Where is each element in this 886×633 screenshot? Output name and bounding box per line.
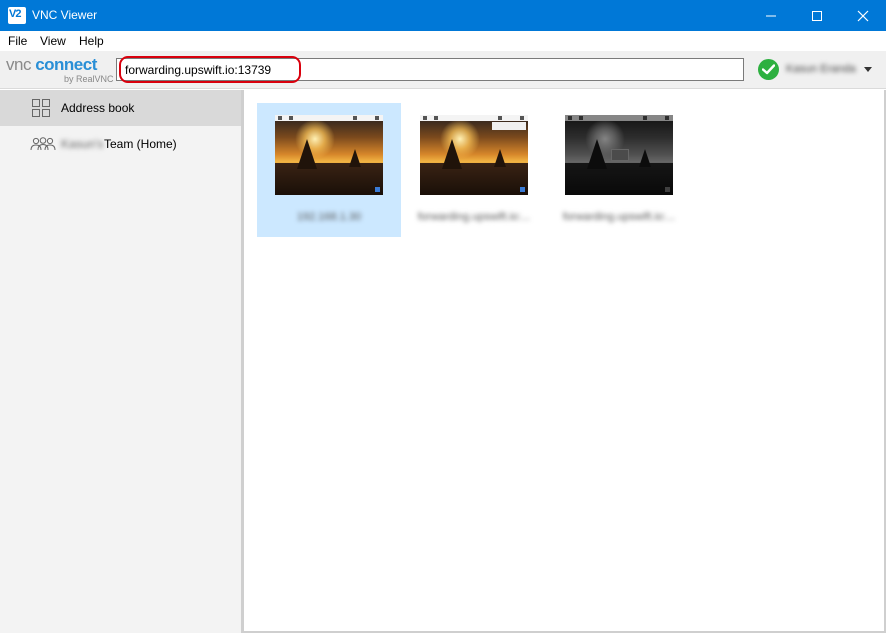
menu-view[interactable]: View bbox=[40, 34, 66, 48]
desktop-thumbnail bbox=[275, 115, 383, 195]
sidebar-item-label: Address book bbox=[61, 101, 135, 115]
vnc-app-icon: V2 bbox=[8, 7, 26, 24]
account-name: Kasun Eranda bbox=[786, 63, 856, 75]
desktop-thumbnail bbox=[565, 115, 673, 195]
logo-vnc-text: vnc bbox=[6, 55, 31, 74]
logo-connect-text: connect bbox=[35, 55, 97, 74]
connection-label: forwarding.upswift.io:... bbox=[562, 211, 676, 223]
check-icon bbox=[758, 59, 779, 80]
connection-label: 192.168.1.30 bbox=[296, 211, 362, 223]
close-button[interactable] bbox=[840, 0, 886, 31]
menu-file[interactable]: File bbox=[8, 34, 27, 48]
connection-label: forwarding.upswift.io:... bbox=[417, 211, 531, 223]
title-bar: V2 VNC Viewer bbox=[0, 0, 886, 31]
menu-bar: File View Help bbox=[0, 31, 886, 51]
connection-tile[interactable]: 192.168.1.30 bbox=[257, 103, 401, 237]
sidebar-item-label: Team (Home) bbox=[104, 137, 177, 151]
connection-tile[interactable]: forwarding.upswift.io:... bbox=[547, 103, 691, 237]
logo-subtitle: by RealVNC bbox=[64, 74, 114, 84]
toolbar: vnc connect by RealVNC Kasun Eranda bbox=[0, 51, 886, 89]
sidebar-item-address-book[interactable]: Address book bbox=[0, 90, 241, 126]
grid-icon bbox=[32, 99, 50, 117]
desktop-thumbnail bbox=[420, 115, 528, 195]
vnc-connect-logo: vnc connect by RealVNC bbox=[6, 55, 116, 85]
minimize-button[interactable] bbox=[748, 0, 794, 31]
window-title: VNC Viewer bbox=[32, 8, 98, 22]
minimize-icon bbox=[766, 15, 776, 17]
sidebar-item-team[interactable]: Kasun's Team (Home) bbox=[0, 126, 241, 162]
account-menu[interactable]: Kasun Eranda bbox=[758, 59, 880, 81]
address-bar[interactable] bbox=[116, 58, 744, 81]
connections-panel: 192.168.1.30 forwarding.upswift.io:... f… bbox=[244, 90, 884, 631]
team-icon bbox=[30, 137, 56, 151]
caret-down-icon[interactable] bbox=[864, 67, 872, 72]
close-icon bbox=[857, 10, 869, 22]
maximize-button[interactable] bbox=[794, 0, 840, 31]
team-owner-name: Kasun's bbox=[61, 137, 104, 151]
address-input[interactable] bbox=[117, 59, 743, 80]
menu-help[interactable]: Help bbox=[79, 34, 104, 48]
sidebar: Address book Kasun's Team (Home) bbox=[0, 90, 241, 633]
connection-tile[interactable]: forwarding.upswift.io:... bbox=[402, 103, 546, 237]
maximize-icon bbox=[812, 11, 822, 21]
